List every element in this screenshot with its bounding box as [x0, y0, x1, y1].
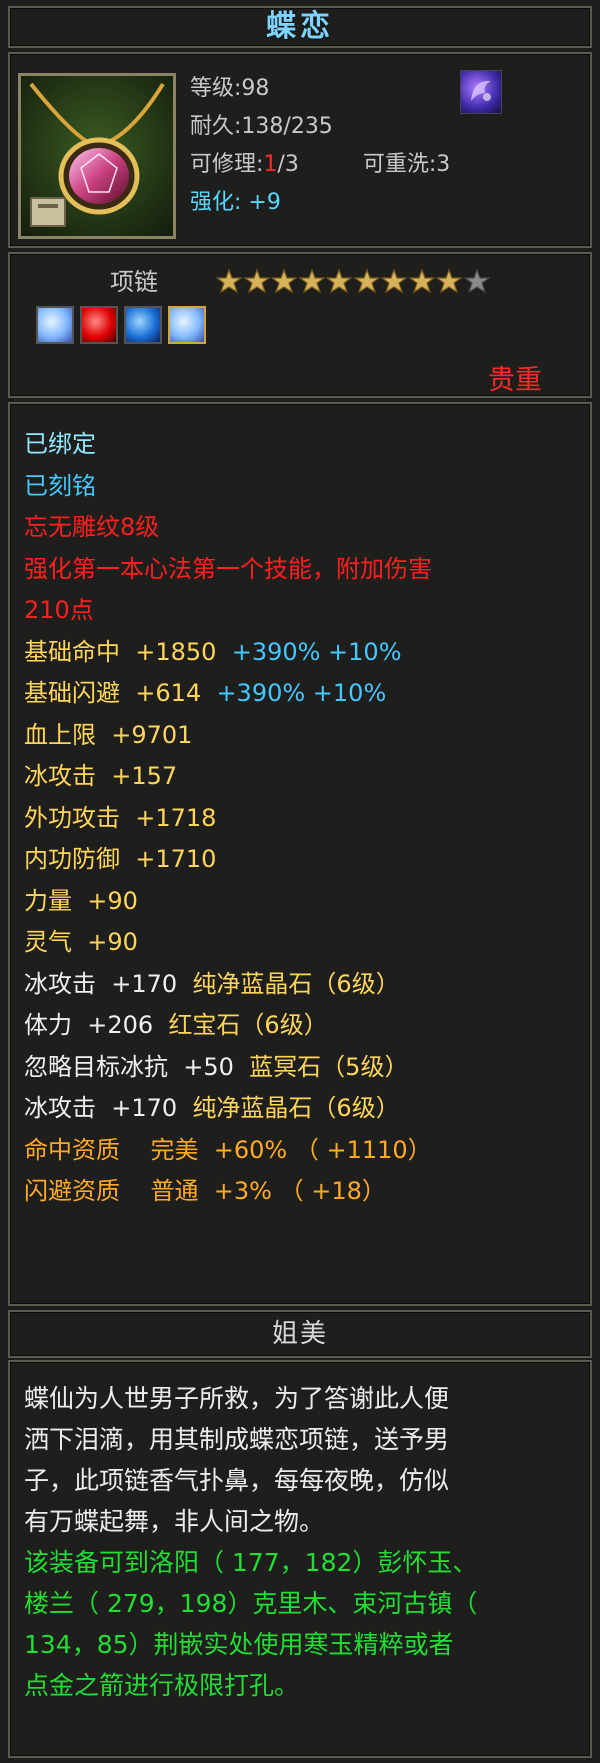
attribute-line: 血上限 +9701 [24, 720, 193, 749]
attribute-part: 基础闪避 +614 [24, 679, 217, 707]
attribute-line: 冰攻击 +170 纯净蓝晶石（6级） [24, 964, 432, 1006]
description-line: 134，85）荆嵌实处使用寒玉精粹或者 [24, 1630, 454, 1659]
subtitle: 姐美 [271, 1319, 328, 1349]
necklace-icon [18, 73, 176, 239]
description-line: 有万蝶起舞，非人间之物。 [24, 1507, 325, 1536]
description-line: 该装备可到洛阳（ 177，182）彭怀玉、 [24, 1548, 478, 1577]
sapphire-gem-icon [124, 306, 162, 344]
rarity-label: 贵重 [488, 365, 542, 396]
attribute-part: 蓝冥石（5级） [249, 1052, 409, 1081]
subtitle-bar: 姐美 [8, 1310, 592, 1358]
item-stats: 等级:98 耐久:138/235 可修理:1/3 可重洗:3 强化: +9 [190, 70, 450, 222]
description-text: 蝶仙为人世男子所救，为了答谢此人便 洒下泪滴，用其制成蝶恋项链，送予男 子，此项链香… [24, 1378, 574, 1706]
description-line: 点金之箭进行极限打孔。 [24, 1671, 300, 1700]
attribute-part: +390% +10% [231, 637, 402, 666]
item-type: 项链 [110, 268, 158, 296]
attribute-line: 基础命中 +1850 +390% +10% [24, 632, 432, 674]
diamond-gem-icon [36, 306, 74, 344]
attribute-line: 冰攻击 +170 纯净蓝晶石（6级） [24, 1088, 432, 1130]
star-filled-icon [436, 268, 462, 294]
attribute-line: 已刻铭 [24, 471, 96, 500]
ruby-gem-icon [80, 306, 118, 344]
attribute-part: 基础命中 +1850 [24, 637, 232, 666]
description-line: 洒下泪滴，用其制成蝶恋项链，送予男 [24, 1425, 450, 1454]
repair-total: /3 [277, 152, 299, 177]
attribute-line: 外功攻击 +1718 [24, 803, 217, 832]
star-filled-icon [353, 268, 380, 294]
attribute-line: 灵气 +90 [24, 928, 138, 956]
star-filled-icon [216, 268, 242, 294]
attribute-line: 命中资质 完美 +60% （ +1110） [24, 1135, 432, 1164]
attribute-part: +390% +10% [216, 679, 387, 707]
attribute-part: 纯净蓝晶石（6级） [192, 1094, 400, 1122]
level-label: 等级:98 [190, 76, 270, 101]
star-filled-icon [408, 268, 435, 294]
star-empty-icon [463, 268, 490, 294]
title-bar: 蝶恋 [8, 6, 592, 48]
repair-label: 可修理: [190, 152, 264, 177]
attribute-line: 忘无雕纹8级 [24, 513, 160, 541]
attribute-part: 红宝石（6级） [168, 1011, 328, 1039]
attribute-line: 闪避资质 普通 +3% （ +18） [24, 1177, 386, 1205]
attribute-part: 体力 +206 [24, 1011, 169, 1039]
diamond-gem-icon [168, 306, 206, 344]
attribute-part: 纯净蓝晶石（6级） [192, 969, 400, 998]
enhance-label: 强化: +9 [190, 190, 281, 215]
durability-label: 耐久:138/235 [190, 114, 333, 139]
star-filled-icon [298, 268, 325, 294]
repair-row: 可修理:1/3 可重洗:3 [190, 146, 450, 184]
attribute-line: 忽略目标冰抗 +50 蓝冥石（5级） [24, 1047, 432, 1089]
attribute-list: 已绑定已刻铭忘无雕纹8级强化第一本心法第一个技能，附加伤害 210点基础命中 +1… [24, 424, 432, 1213]
star-filled-icon [326, 268, 352, 294]
description-line: 子，此项链香气扑鼻，每每夜晚，仿似 [24, 1466, 450, 1495]
attribute-line: 210点 [24, 596, 94, 624]
attribute-line: 强化第一本心法第一个技能，附加伤害 [24, 554, 432, 583]
attribute-part: 忽略目标冰抗 +50 [24, 1052, 250, 1081]
repair-used: 1 [263, 152, 278, 177]
gem-badge-icon [460, 70, 502, 114]
attribute-line: 基础闪避 +614 +390% +10% [24, 673, 432, 715]
attribute-line: 内功防御 +1710 [24, 845, 217, 873]
star-filled-icon [271, 268, 297, 294]
star-filled-icon [243, 268, 270, 294]
attribute-line: 冰攻击 +157 [24, 762, 178, 790]
attribute-part: 冰攻击 +170 [24, 1094, 193, 1122]
description-line: 楼兰（ 279，198）克里木、束河古镇（ [24, 1589, 478, 1618]
attribute-line: 已绑定 [24, 430, 96, 458]
attribute-line: 体力 +206 红宝石（6级） [24, 1005, 432, 1047]
rewash-label: 可重洗:3 [362, 152, 451, 177]
item-name: 蝶恋 [266, 9, 334, 44]
description-line: 蝶仙为人世男子所救，为了答谢此人便 [24, 1384, 450, 1413]
attribute-line: 力量 +90 [24, 886, 138, 915]
attribute-part: 冰攻击 +170 [24, 969, 193, 998]
star-filled-icon [381, 268, 407, 294]
